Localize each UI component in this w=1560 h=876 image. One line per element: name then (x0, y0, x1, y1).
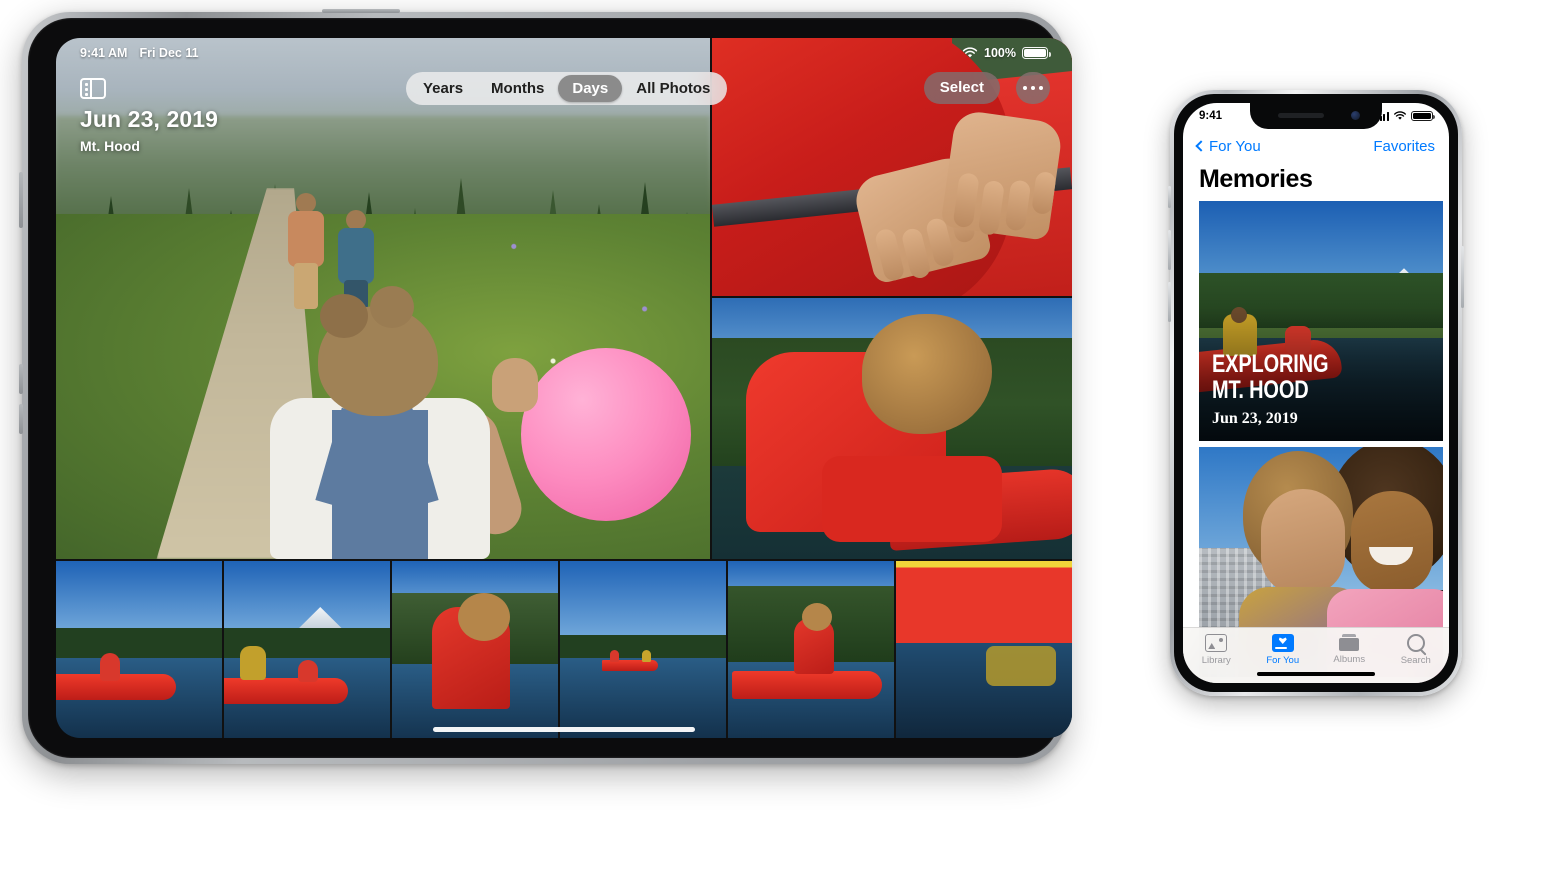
battery-percent-label: 100% (984, 46, 1016, 60)
memory-card-caption: EXPLORING MT. HOOD Jun 23, 2019 (1212, 350, 1357, 428)
tab-label-search: Search (1400, 655, 1431, 666)
ellipsis-icon[interactable] (1016, 72, 1050, 104)
status-time: 9:41 AM (80, 46, 128, 60)
segment-days[interactable]: Days (558, 75, 623, 102)
photos-header: Jun 23, 2019 Mt. Hood (80, 106, 218, 154)
thumbnail-woman-paddling-canoe[interactable] (728, 561, 894, 738)
photo-hands-on-red-canoe[interactable] (712, 38, 1072, 296)
memory-date: Jun 23, 2019 (1212, 410, 1298, 427)
iphone-bezel: 9:41 For You Favorites Memories EXPLORIN… (1174, 94, 1458, 692)
wifi-icon (1393, 111, 1406, 120)
segmented-control[interactable]: Years Months Days All Photos (406, 72, 728, 105)
status-right-group: 100% (962, 46, 1051, 60)
ipad-top-button[interactable] (322, 9, 400, 13)
iphone-silence-switch[interactable] (1168, 186, 1171, 208)
photo-woman-leaning-in-canoe[interactable] (712, 298, 1072, 559)
for-you-icon (1271, 634, 1294, 652)
ipad-device: 9:41 AM Fri Dec 11 100% Jun 23, 2019 Mt.… (19, 9, 1072, 764)
status-left-group: 9:41 AM Fri Dec 11 (80, 46, 199, 60)
iphone-side-button[interactable] (1461, 246, 1464, 308)
memory-card-exploring-mt-hood[interactable]: EXPLORING MT. HOOD Jun 23, 2019 (1199, 201, 1443, 441)
select-button[interactable]: Select (923, 72, 1000, 104)
back-button[interactable]: For You (1195, 137, 1261, 155)
tab-label-library: Library (1201, 655, 1231, 666)
iphone-volume-up-button[interactable] (1168, 230, 1171, 270)
status-time: 9:41 (1199, 110, 1223, 122)
page-subtitle: Mt. Hood (80, 138, 140, 154)
battery-full-icon (1022, 47, 1051, 59)
iphone-volume-down-button[interactable] (1168, 282, 1171, 322)
tab-for-you[interactable]: For You (1250, 634, 1317, 666)
battery-full-icon (1411, 111, 1435, 121)
favorites-button[interactable]: Favorites (1373, 138, 1435, 155)
tab-library[interactable]: Library (1183, 634, 1250, 666)
ipad-status-bar: 9:41 AM Fri Dec 11 100% (56, 38, 1072, 68)
status-date: Fri Dec 11 (139, 46, 199, 60)
screenshot-canvas: 9:41 AM Fri Dec 11 100% Jun 23, 2019 Mt.… (0, 0, 1560, 876)
albums-icon (1339, 634, 1360, 651)
iphone-screen: 9:41 For You Favorites Memories EXPLORIN… (1183, 103, 1449, 683)
photo-subject-lap (822, 456, 1002, 542)
tab-label-for-you: For You (1266, 655, 1300, 666)
segment-years[interactable]: Years (409, 75, 477, 102)
front-camera-icon (1351, 111, 1360, 120)
ipad-screen: 9:41 AM Fri Dec 11 100% Jun 23, 2019 Mt.… (56, 38, 1072, 738)
ipad-volume-up-button[interactable] (19, 364, 23, 394)
thumbnail-canoe-on-lake-1[interactable] (56, 561, 222, 738)
thumbnail-distant-canoe-on-lake[interactable] (560, 561, 726, 738)
thumbnail-canoe-with-mt-hood[interactable] (224, 561, 390, 738)
sidebar-toggle-icon[interactable] (80, 78, 106, 99)
thumbnail-canoe-reflection[interactable] (896, 561, 1072, 738)
photo-subject-pink-balloon (521, 348, 691, 521)
memory-title-line1: EXPLORING (1212, 350, 1329, 378)
memories-list[interactable]: EXPLORING MT. HOOD Jun 23, 2019 (1183, 201, 1449, 683)
tab-search[interactable]: Search (1383, 634, 1450, 666)
ipad-power-button[interactable] (19, 172, 23, 228)
tab-label-albums: Albums (1333, 654, 1366, 665)
search-icon (1406, 634, 1425, 652)
earpiece-speaker (1278, 113, 1324, 118)
photo-subject-person-2-face (1351, 491, 1433, 593)
home-indicator[interactable] (433, 727, 695, 732)
notch (1250, 103, 1382, 129)
status-right-group (1376, 111, 1435, 121)
photo-subject-girl-with-balloon (236, 286, 691, 559)
photos-library-icon (1205, 634, 1228, 652)
photo-subject-hand-right (940, 109, 1064, 241)
tab-albums[interactable]: Albums (1316, 634, 1383, 665)
back-button-label: For You (1209, 137, 1261, 155)
home-indicator[interactable] (1257, 671, 1375, 676)
segment-all-photos[interactable]: All Photos (622, 75, 724, 102)
page-title: Jun 23, 2019 (80, 106, 219, 132)
ipad-bezel: 9:41 AM Fri Dec 11 100% Jun 23, 2019 Mt.… (28, 18, 1072, 758)
iphone-nav-bar: For You Favorites (1183, 129, 1449, 163)
thumbnail-woman-in-red-hoodie[interactable] (392, 561, 558, 738)
iphone-device: 9:41 For You Favorites Memories EXPLORIN… (1168, 90, 1464, 696)
photo-subject-person-1-face (1261, 489, 1345, 595)
segment-months[interactable]: Months (477, 75, 558, 102)
wifi-icon (962, 47, 978, 58)
memory-title-line2: MT. HOOD (1212, 375, 1309, 404)
ipad-volume-down-button[interactable] (19, 404, 23, 434)
chevron-left-icon (1195, 140, 1207, 152)
page-title: Memories (1199, 165, 1313, 193)
